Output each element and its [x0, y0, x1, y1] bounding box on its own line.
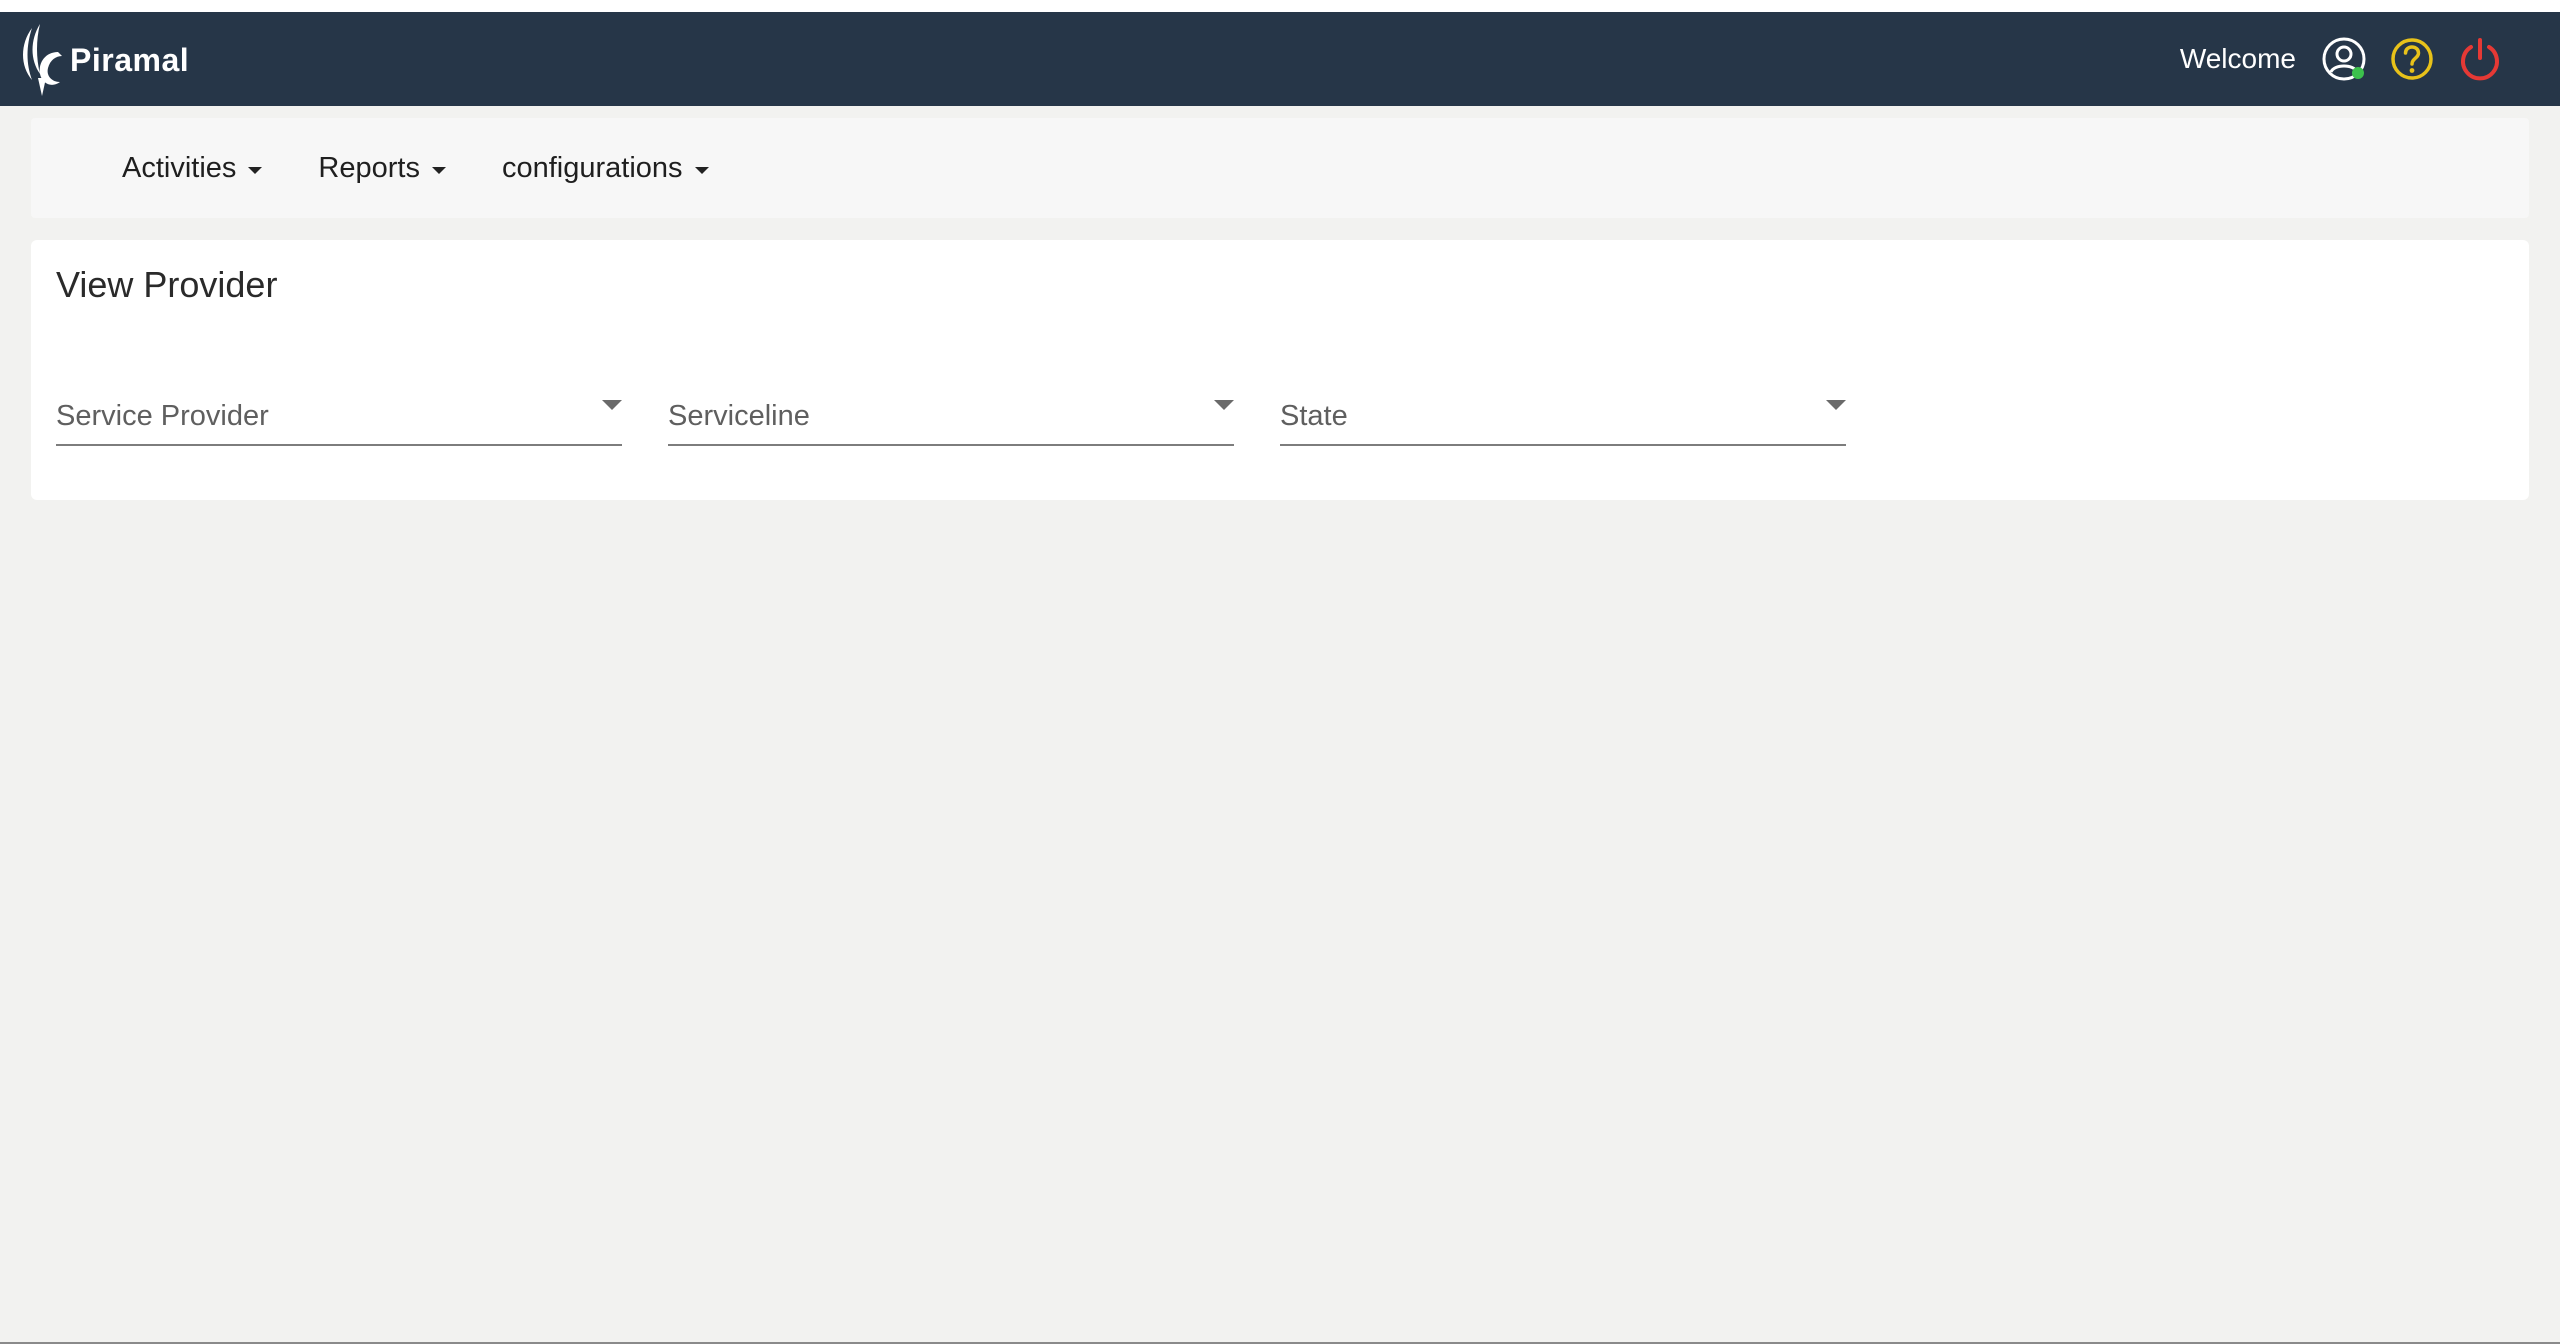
- select-label: State: [1280, 400, 1348, 432]
- caret-down-icon: [694, 166, 709, 174]
- nav-configurations[interactable]: configurations: [502, 152, 709, 185]
- select-label: Service Provider: [56, 400, 269, 432]
- nav-activities-label: Activities: [122, 151, 237, 184]
- caret-down-icon: [248, 166, 263, 174]
- service-provider-select[interactable]: Service Provider: [56, 390, 622, 446]
- view-provider-card: View Provider Service Provider Serviceli…: [31, 240, 2529, 500]
- main-nav: Activities Reports configurations: [31, 118, 2529, 218]
- nav-reports[interactable]: Reports: [318, 152, 446, 185]
- dropdown-arrow-icon: [1826, 400, 1846, 410]
- user-circle-icon[interactable]: [2320, 35, 2368, 83]
- page-title: View Provider: [56, 264, 278, 305]
- serviceline-select[interactable]: Serviceline: [668, 390, 1234, 446]
- piramal-leaf-icon: [23, 24, 62, 96]
- app-header: Piramal Welcome: [0, 12, 2560, 106]
- top-strip: [0, 0, 2560, 12]
- welcome-text: Welcome: [2179, 43, 2296, 74]
- dropdown-arrow-icon: [602, 400, 622, 410]
- dropdown-arrow-icon: [1214, 400, 1234, 410]
- header-actions: Welcome: [2180, 12, 2504, 106]
- logout-power-icon[interactable]: [2456, 35, 2504, 83]
- nav-configurations-label: configurations: [501, 151, 683, 184]
- brand-logo[interactable]: Piramal: [18, 22, 189, 98]
- caret-down-icon: [431, 166, 446, 174]
- state-select[interactable]: State: [1280, 390, 1846, 446]
- help-icon[interactable]: [2388, 35, 2436, 83]
- nav-reports-label: Reports: [318, 151, 420, 184]
- brand-name: Piramal: [70, 41, 190, 78]
- select-label: Serviceline: [668, 400, 810, 432]
- page-body: Activities Reports configurations View P…: [0, 106, 2560, 1342]
- nav-activities[interactable]: Activities: [122, 151, 263, 185]
